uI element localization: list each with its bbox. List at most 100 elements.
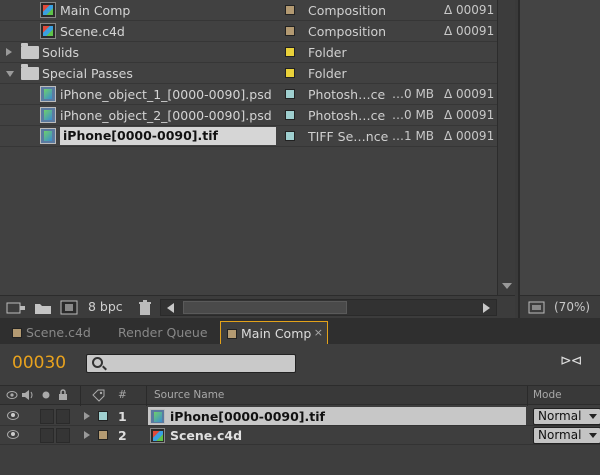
composition-viewer: (70%) (518, 0, 600, 318)
column-divider (146, 386, 147, 406)
current-time-display[interactable]: 00030 (12, 353, 66, 373)
label-color-swatch[interactable] (285, 68, 295, 78)
project-item-size: …0 MB (392, 87, 435, 101)
column-source-name[interactable]: Source Name (154, 389, 224, 401)
column-mode[interactable]: Mode (533, 389, 562, 401)
label-color-swatch[interactable] (285, 5, 295, 15)
project-horizontal-scrollbar[interactable] (160, 299, 497, 316)
label-color-swatch[interactable] (98, 411, 108, 421)
project-footer: 8 bpc (0, 295, 515, 318)
composition-icon (40, 2, 56, 18)
blend-mode-select[interactable]: Normal (533, 427, 600, 444)
layer-number: 1 (118, 409, 127, 424)
project-item-type: Folder (308, 66, 347, 81)
zoom-level[interactable]: (70%) (554, 300, 590, 314)
layer-column-header: # Source Name Mode (0, 385, 600, 406)
disclosure-collapsed-icon[interactable] (6, 48, 12, 56)
project-item[interactable]: iPhone[0000-0090].tif TIFF Se…nce …1 MB Δ 0… (0, 126, 497, 147)
label-color-swatch (12, 328, 22, 338)
tab-main-comp[interactable]: Main Comp × (220, 321, 328, 344)
project-item-duration: Δ 00091 (444, 108, 495, 122)
project-item-name: iPhone_object_2_[0000-0090].psd (60, 108, 272, 123)
column-number: # (118, 389, 127, 401)
blend-mode-value: Normal (538, 409, 582, 423)
project-item[interactable]: iPhone_object_2_[0000-0090].psd Photosh…c… (0, 105, 497, 126)
label-color-swatch[interactable] (285, 110, 295, 120)
always-preview-icon[interactable] (528, 300, 546, 315)
project-item[interactable]: Special Passes Folder (0, 63, 497, 84)
project-item-type: Composition (308, 3, 387, 18)
project-item-duration: Δ 00091 (444, 24, 495, 38)
label-color-swatch[interactable] (285, 26, 295, 36)
lock-toggle[interactable] (56, 409, 70, 424)
project-item[interactable]: Solids Folder (0, 42, 497, 63)
blend-mode-select[interactable]: Normal (533, 408, 600, 425)
disclosure-expanded-icon[interactable] (6, 71, 14, 77)
composition-icon (150, 428, 165, 443)
column-divider (527, 386, 528, 406)
project-item-type: Photosh…ce (308, 108, 386, 123)
layer-name: Scene.c4d (170, 428, 243, 443)
project-vertical-scrollbar[interactable] (497, 0, 515, 295)
scroll-right-arrow-icon[interactable] (483, 303, 490, 313)
layer-search-input[interactable] (86, 354, 296, 373)
project-item-name: Scene.c4d (60, 24, 125, 39)
project-item-name: iPhone[0000-0090].tif (60, 127, 276, 145)
visibility-eye-icon[interactable] (7, 411, 19, 420)
project-item-type: Folder (308, 45, 347, 60)
layer-row[interactable]: 2 Scene.c4d Normal (0, 426, 600, 445)
project-item-name: Solids (42, 45, 79, 60)
project-item[interactable]: Scene.c4d Composition Δ 00091 (0, 21, 497, 42)
scrollbar-thumb[interactable] (183, 301, 347, 314)
project-panel: Main Comp Composition Δ 00091 Scene.c4d Comp… (0, 0, 515, 318)
scroll-left-arrow-icon[interactable] (167, 303, 174, 313)
lock-toggle[interactable] (56, 428, 70, 443)
close-tab-icon[interactable]: × (314, 326, 323, 339)
tab-scene-c4d[interactable]: Scene.c4d (6, 321, 106, 344)
label-tag-icon (92, 389, 105, 402)
project-item[interactable]: iPhone_object_1_[0000-0090].psd Photosh…c… (0, 84, 497, 105)
label-color-swatch[interactable] (98, 430, 108, 440)
project-item-type: Composition (308, 24, 387, 39)
chevron-down-icon (589, 414, 597, 419)
scroll-down-arrow-icon[interactable] (502, 283, 512, 289)
interpret-footage-icon[interactable] (6, 300, 26, 315)
solo-toggle[interactable] (40, 409, 54, 424)
solo-toggle[interactable] (40, 428, 54, 443)
project-item-name: Special Passes (42, 66, 133, 81)
disclosure-collapsed-icon[interactable] (84, 431, 90, 439)
layer-name: iPhone[0000-0090].tif (170, 409, 325, 424)
composition-icon (40, 23, 56, 39)
layer-row[interactable]: 1 iPhone[0000-0090].tif Normal (0, 407, 600, 426)
search-icon (92, 357, 103, 368)
label-color-swatch[interactable] (285, 47, 295, 57)
trash-icon[interactable] (137, 300, 153, 316)
project-item-duration: Δ 00091 (444, 3, 495, 17)
disclosure-collapsed-icon[interactable] (84, 412, 90, 420)
new-folder-icon[interactable] (34, 300, 52, 315)
folder-icon (21, 43, 39, 59)
timeline-panel: 00030 ⊳⊲ # Source Name Mode 1 iPhone[0000… (0, 344, 600, 475)
project-item-type: Photosh…ce (308, 87, 386, 102)
folder-icon (21, 64, 39, 80)
blend-mode-value: Normal (538, 428, 582, 442)
audio-speaker-icon (22, 390, 33, 400)
project-item-size: …0 MB (392, 108, 435, 122)
tab-label: Render Queue (118, 325, 208, 340)
comp-flowchart-icon[interactable]: ⊳⊲ (560, 353, 582, 369)
visibility-eye-icon[interactable] (7, 430, 19, 439)
project-item[interactable]: Main Comp Composition Δ 00091 (0, 0, 497, 21)
project-item-size: …1 MB (392, 129, 435, 143)
project-item-duration: Δ 00091 (444, 129, 495, 143)
chevron-down-icon (589, 433, 597, 438)
solo-dot-icon (42, 391, 50, 399)
tab-render-queue[interactable]: Render Queue (110, 321, 216, 344)
footage-icon (40, 86, 56, 102)
label-color-swatch[interactable] (285, 89, 295, 99)
footage-icon (40, 107, 56, 123)
label-color-swatch[interactable] (285, 131, 295, 141)
new-composition-icon[interactable] (60, 300, 78, 315)
project-item-name: iPhone_object_1_[0000-0090].psd (60, 87, 272, 102)
lock-icon (59, 389, 67, 400)
bit-depth-button[interactable]: 8 bpc (88, 299, 123, 314)
